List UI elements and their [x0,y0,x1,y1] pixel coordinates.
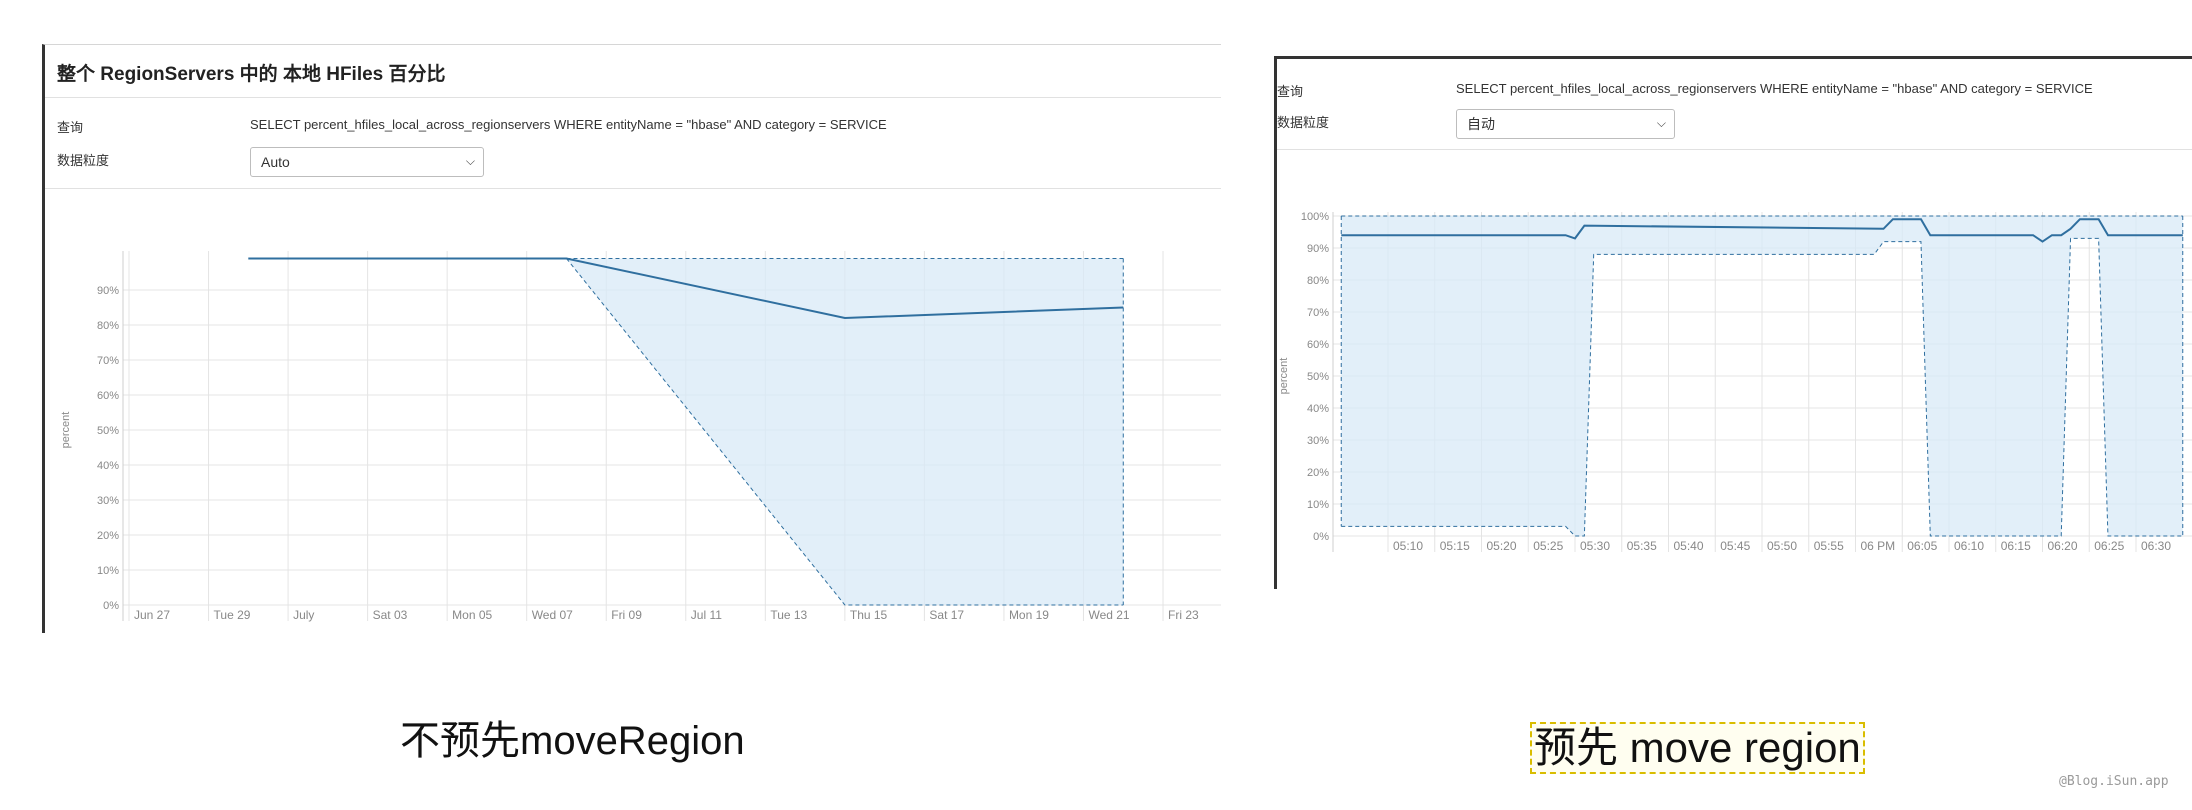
x-tick-label: 05:15 [1440,539,1470,553]
x-tick-label: Mon 19 [1009,608,1049,622]
x-tick-label: Wed 21 [1088,608,1129,622]
y-tick-label: 50% [1307,371,1329,383]
x-tick-label: Mon 05 [452,608,492,622]
x-tick-label: Jul 11 [691,608,722,622]
y-tick-label: 80% [97,320,119,332]
y-tick-label: 60% [1307,339,1329,351]
x-tick-label: 05:55 [1814,539,1844,553]
y-tick-label: 20% [1307,467,1329,479]
x-tick-label: Fri 23 [1168,608,1199,622]
y-tick-label: 90% [97,285,119,297]
y-tick-label: 80% [1307,275,1329,287]
x-tick-label: 06:10 [1954,539,1984,553]
y-tick-label: 30% [97,495,119,507]
x-tick-label: 05:40 [1674,539,1704,553]
x-tick-label: Jun 27 [134,608,170,622]
y-tick-label: 0% [1313,531,1329,543]
caption-left: 不预先moveRegion [400,719,745,763]
left-chart-panel: 整个 RegionServers 中的 本地 HFiles 百分比 查询 SEL… [42,44,1221,633]
x-tick-label: 05:35 [1627,539,1657,553]
x-tick-label: 06:20 [2048,539,2078,553]
x-tick-label: 05:10 [1393,539,1423,553]
y-tick-label: 10% [1307,499,1329,511]
x-tick-label: 06 PM [1861,539,1896,553]
y-axis-label: percent [1278,358,1290,395]
x-tick-label: 06:05 [1907,539,1937,553]
y-tick-label: 40% [97,460,119,472]
right-chart: 0% 10% 20% 30% 40% 50% 60% 70% 80% 90% 100% 05:10 05… [1278,211,2192,553]
x-tick-label: Tue 13 [770,608,807,622]
y-tick-label: 70% [1307,307,1329,319]
left-chart: 0% 10% 20% 30% 40% 50% 60% 70% 80% 90% Jun 27 Tue 2… [60,251,1221,622]
x-tick-label: Tue 29 [214,608,251,622]
x-tick-label: 05:20 [1487,539,1517,553]
x-tick-label: Sat 17 [929,608,964,622]
y-tick-label: 40% [1307,403,1329,415]
x-tick-label: 05:30 [1580,539,1610,553]
x-tick-label: July [293,608,314,622]
y-tick-label: 20% [97,530,119,542]
y-axis-label: percent [60,412,72,449]
x-tick-label: 05:25 [1533,539,1563,553]
x-tick-label: 05:50 [1767,539,1797,553]
y-tick-label: 100% [1301,211,1329,223]
x-tick-label: 06:25 [2094,539,2124,553]
x-tick-label: Sat 03 [373,608,408,622]
y-tick-label: 10% [97,565,119,577]
right-chart-panel: 查询 SELECT percent_hfiles_local_across_re… [1274,56,2192,589]
watermark: @Blog.iSun.app [2059,774,2169,789]
x-tick-label: Wed 07 [532,608,573,622]
y-tick-label: 60% [97,390,119,402]
y-tick-label: 0% [103,600,119,612]
caption-right: 预先 move region [1530,722,1865,774]
x-tick-label: Fri 09 [611,608,642,622]
x-tick-label: 06:30 [2141,539,2171,553]
y-tick-label: 50% [97,425,119,437]
x-tick-label: 06:15 [2001,539,2031,553]
x-tick-label: 05:45 [1720,539,1750,553]
y-tick-label: 70% [97,355,119,367]
y-tick-label: 90% [1307,243,1329,255]
y-tick-label: 30% [1307,435,1329,447]
x-tick-label: Thu 15 [850,608,888,622]
